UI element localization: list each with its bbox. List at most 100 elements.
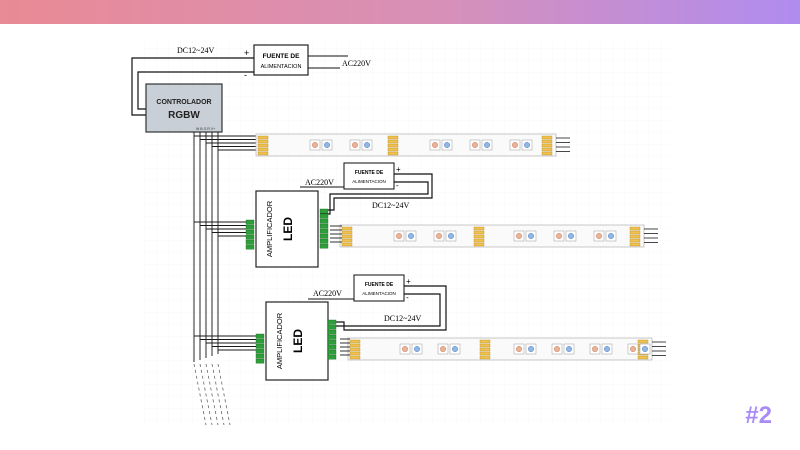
strip-connector-pin [387, 143, 399, 148]
led-chip-diode [401, 345, 409, 353]
led-chip-diode [511, 141, 519, 149]
led-chip-diode [471, 141, 479, 149]
led-chip-diode [447, 232, 455, 240]
amplifier-terminal [319, 228, 329, 234]
amplifier-terminal [255, 358, 265, 364]
power-supply-3-plus: + [406, 277, 411, 286]
led-chip-diode [603, 345, 611, 353]
amplifier-terminal [255, 348, 265, 354]
led-chip-diode [515, 232, 523, 240]
main-dc-voltage-label: DC12~24V [177, 46, 214, 55]
amplifier-terminal [319, 208, 329, 214]
strip-connector-pin [257, 143, 269, 148]
amplifier-terminal [327, 329, 337, 335]
led-chip-diode [555, 232, 563, 240]
main-ac-voltage-label: AC220V [342, 59, 371, 68]
strip-connector-pin [257, 135, 269, 140]
amplifier-terminal [327, 324, 337, 330]
strip-connector-pin [473, 238, 485, 243]
led-chip-diode [553, 345, 561, 353]
power-supply-3-ac-label: AC220V [313, 289, 342, 298]
strip-connector-pin [473, 242, 485, 247]
strip-connector-pin [349, 351, 361, 356]
power-supply-3-label-line2: ALIMENTACION [362, 291, 395, 296]
led-chip-diode [515, 345, 523, 353]
main-power-supply-label-line1: FUENTE DE [263, 53, 301, 60]
strip-connector-pin [349, 347, 361, 352]
led-chip-diode [439, 345, 447, 353]
amplifier-terminal [319, 243, 329, 249]
amplifier-terminal [319, 223, 329, 229]
led-chip-diode [527, 345, 535, 353]
slide-number: #2 [745, 402, 772, 429]
led-chip-diode [523, 141, 531, 149]
led-chip-diode [595, 232, 603, 240]
power-supply-3-box [353, 274, 405, 302]
led-chip-diode [591, 345, 599, 353]
amplifier-terminal [319, 213, 329, 219]
led-chip-diode [351, 141, 359, 149]
amplifier-terminal [327, 334, 337, 340]
strip-connector-pin [629, 242, 641, 247]
strip-connector-pin [637, 355, 649, 360]
strip-connector-pin [629, 226, 641, 231]
led-chip-diode [565, 345, 573, 353]
power-supply-2-dc-label: DC12~24V [372, 201, 409, 210]
amplifier-terminal [245, 234, 255, 240]
led-chip-diode [567, 232, 575, 240]
strip-connector-pin [541, 135, 553, 140]
led-chip-diode [607, 232, 615, 240]
rgbw-controller: CONTROLADOR RGBW W B G R V+ [145, 83, 223, 133]
strip-connector-pin [473, 230, 485, 235]
strip-connector-pin [257, 151, 269, 156]
strip-connector-pin [349, 355, 361, 360]
led-chip-diode [435, 232, 443, 240]
controller-box [145, 83, 223, 133]
main-power-supply-box [253, 44, 309, 76]
strip-connector-pin [349, 343, 361, 348]
main-plus-sign: + [244, 48, 249, 58]
controller-label-line2: RGBW [168, 110, 200, 121]
strip-connector-pin [541, 151, 553, 156]
led-chip-diode [451, 345, 459, 353]
controller-port-label: W B G R V+ [196, 127, 215, 131]
strip-connector-pin [629, 234, 641, 239]
strip-connector-pin [629, 230, 641, 235]
strip-connector-pin [341, 234, 353, 239]
power-supply-2-label-line1: FUENTE DE [355, 170, 384, 176]
amplifier-terminal [245, 239, 255, 245]
led-chip-diode [443, 141, 451, 149]
power-supply-2-label-line2: ALIMENTACION [352, 179, 385, 184]
amplifier-terminal [327, 349, 337, 355]
led-chip-diode [413, 345, 421, 353]
strip-connector-pin [479, 351, 491, 356]
strip-connector-pin [341, 226, 353, 231]
led-chip-diode [527, 232, 535, 240]
amplifier-2-label-line1: AMPLIFICADOR [275, 312, 284, 369]
amplifier-terminal [255, 343, 265, 349]
strip-connector-pin [341, 238, 353, 243]
strip-connector-pin [541, 147, 553, 152]
strip-connector-pin [479, 355, 491, 360]
strip-connector-pin [257, 147, 269, 152]
amplifier-terminal [245, 219, 255, 225]
amplifier-2: AMPLIFICADOR LED [265, 301, 329, 381]
led-chip-diode [641, 345, 649, 353]
amplifier-terminal [319, 233, 329, 239]
led-chip-diode [431, 141, 439, 149]
strip-connector-pin [541, 143, 553, 148]
power-supply-3-dc-label: DC12~24V [384, 314, 421, 323]
strip-connector-pin [387, 139, 399, 144]
amplifier-1: AMPLIFICADOR LED [255, 190, 319, 268]
strip-connector-pin [479, 347, 491, 352]
controller-label-line1: CONTROLADOR [156, 99, 211, 106]
strip-connector-pin [387, 151, 399, 156]
power-supply-2-box [343, 162, 395, 190]
strip-connector-pin [629, 238, 641, 243]
led-chip-diode [483, 141, 491, 149]
amplifier-terminal [319, 238, 329, 244]
led-chip-diode [323, 141, 331, 149]
wiring-diagram: FUENTE DE ALIMENTACION DC12~24V + - AC22… [131, 40, 670, 426]
amplifier-terminal [255, 333, 265, 339]
amplifier-terminal [319, 218, 329, 224]
